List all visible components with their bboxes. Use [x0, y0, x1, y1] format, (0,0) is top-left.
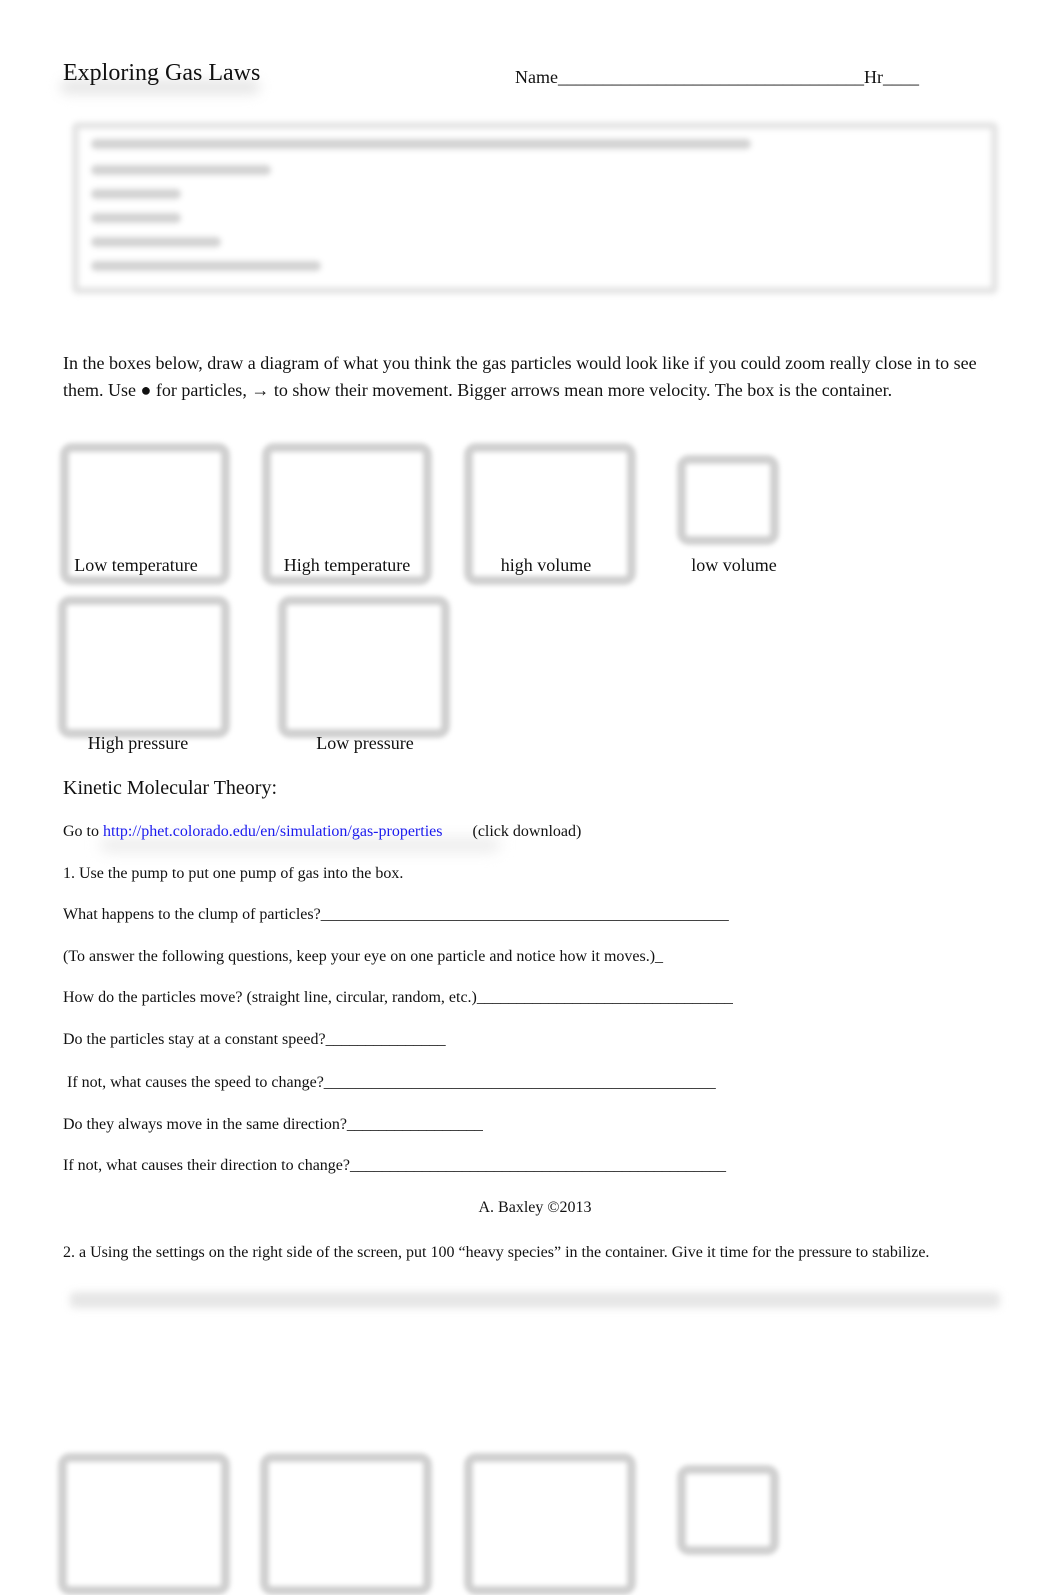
label-low-temperature: Low temperature	[74, 555, 198, 575]
question-note: (To answer the following questions, keep…	[63, 948, 664, 965]
question-constant-speed[interactable]: Do the particles stay at a constant spee…	[63, 1031, 446, 1049]
goto-line: Go to http://phet.colorado.edu/en/simula…	[63, 823, 581, 841]
drawing-box-low-volume[interactable]	[677, 455, 779, 545]
question-speed-change[interactable]: If not, what causes the speed to change?…	[63, 1074, 716, 1092]
label-high-pressure: High pressure	[87, 733, 189, 753]
blurred-line	[91, 237, 221, 247]
drawing-box-high-pressure[interactable]	[58, 596, 230, 738]
drawing-box-low-pressure[interactable]	[278, 596, 450, 738]
click-download-note: (click download)	[472, 823, 582, 840]
drawing-box[interactable]	[260, 1453, 432, 1595]
label-low-pressure: Low pressure	[316, 733, 414, 753]
kmt-heading: Kinetic Molecular Theory:	[63, 777, 278, 799]
blurred-line	[91, 261, 321, 271]
label-high-volume: high volume	[500, 555, 592, 575]
drawing-instructions: In the boxes below, draw a diagram of wh…	[63, 353, 977, 400]
name-hour-field[interactable]: Name__________________________________Hr…	[515, 67, 919, 88]
blurred-line	[91, 189, 181, 199]
question-same-direction[interactable]: Do they always move in the same directio…	[63, 1116, 483, 1134]
page-title: Exploring Gas Laws	[63, 60, 261, 86]
question-1: 1. Use the pump to put one pump of gas i…	[63, 865, 404, 882]
drawing-box[interactable]	[58, 1453, 230, 1595]
question-movement[interactable]: How do the particles move? (straight lin…	[63, 989, 733, 1007]
blurred-line	[91, 165, 271, 175]
question-clump[interactable]: What happens to the clump of particles?_…	[63, 906, 729, 924]
credit-footer: A. Baxley ©2013	[478, 1199, 592, 1216]
blurred-bar	[70, 1292, 1000, 1308]
drawing-box[interactable]	[677, 1465, 779, 1555]
question-direction-change[interactable]: If not, what causes their direction to c…	[63, 1157, 726, 1175]
phet-simulation-link[interactable]: http://phet.colorado.edu/en/simulation/g…	[103, 823, 442, 840]
blurred-line	[91, 139, 751, 149]
objectives-box-blurred	[72, 122, 998, 294]
blurred-line	[91, 213, 181, 223]
label-low-volume: low volume	[691, 555, 777, 575]
drawing-box[interactable]	[464, 1453, 636, 1595]
goto-prefix: Go to	[63, 823, 103, 840]
label-high-temperature: High temperature	[283, 555, 411, 575]
question-2a: 2. a Using the settings on the right sid…	[63, 1244, 930, 1261]
